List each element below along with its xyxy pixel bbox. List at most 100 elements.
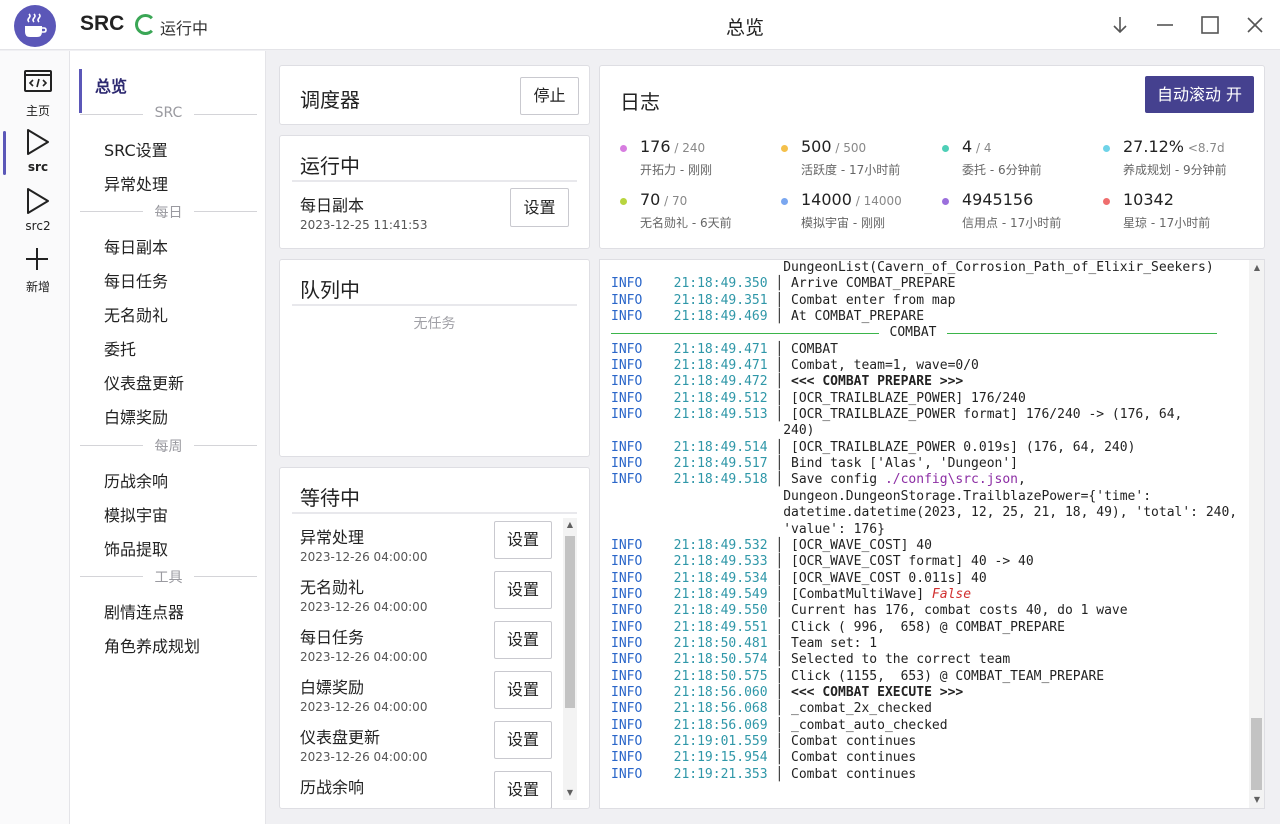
log-path: ./config\src.json — [884, 472, 1019, 488]
stat-value: 500 / 500 — [801, 137, 866, 156]
sidebar-item-story-clicker[interactable]: 剧情连点器 — [104, 599, 184, 623]
log-level: INFO — [611, 439, 643, 455]
divider — [292, 180, 577, 182]
sidebar-item-simulated-universe[interactable]: 模拟宇宙 — [104, 502, 168, 526]
stat-label: 委托 - 6分钟前 — [962, 163, 1042, 177]
log-timestamp: 21:18:49.550 — [673, 603, 768, 619]
log-level: INFO — [611, 635, 643, 651]
log-message: [CombatMultiWave] — [791, 586, 932, 602]
log-suffix: , — [1018, 472, 1026, 488]
scroll-up-icon[interactable]: ▲ — [565, 520, 575, 530]
waiting-task-settings-button[interactable]: 设置 — [494, 671, 552, 709]
sidebar-item-echo-of-war[interactable]: 历战余响 — [104, 468, 168, 492]
sidebar-item-src-settings[interactable]: SRC设置 — [104, 137, 168, 161]
nav-item-add[interactable]: 新增 — [0, 241, 70, 297]
log-message: Click ( 996, 658) @ COMBAT_PREPARE — [791, 619, 1065, 635]
sidebar-item-daily-quest[interactable]: 每日任务 — [104, 268, 168, 292]
log-message: _combat_2x_checked — [791, 701, 932, 717]
log-line: 240) — [611, 423, 1247, 439]
sidebar-item-relic-extraction[interactable]: 饰品提取 — [104, 536, 168, 560]
nav-rail: 主页 src src2 新增 — [0, 51, 70, 824]
stat-number: 10342 — [1123, 190, 1174, 209]
log-timestamp: 21:18:49.512 — [673, 390, 768, 406]
stat-dot — [1103, 198, 1110, 205]
waiting-task-name: 每日任务 — [300, 628, 365, 647]
log-line: INFO 21:18:56.060 │ <<< COMBAT EXECUTE >… — [611, 684, 964, 700]
log-timestamp: 21:18:49.518 — [673, 472, 768, 488]
download-button[interactable] — [1105, 10, 1135, 40]
stop-button[interactable]: 停止 — [520, 77, 579, 115]
nav-label-src: src — [27, 160, 49, 174]
log-message: 240) — [783, 423, 815, 439]
sidebar-item-character-planner[interactable]: 角色养成规划 — [104, 633, 200, 657]
log-line: INFO 21:19:01.559 │ Combat continues — [611, 733, 917, 749]
sidebar-item-assignment[interactable]: 委托 — [104, 336, 136, 360]
minimize-button[interactable] — [1150, 10, 1180, 40]
nav-item-src2[interactable]: src2 — [0, 182, 70, 238]
close-button[interactable] — [1240, 10, 1270, 40]
log-timestamp: 21:18:49.351 — [673, 292, 768, 308]
running-task-settings-button[interactable]: 设置 — [510, 188, 569, 227]
play-icon — [27, 188, 49, 214]
stat-item: 14000 / 14000 模拟宇宙 - 刚刚 — [781, 190, 941, 234]
log-message: Bind task ['Alas', 'Dungeon'] — [791, 456, 1019, 472]
log-level: INFO — [611, 554, 643, 570]
sidebar-item-overview[interactable]: 总览 — [95, 73, 127, 97]
waiting-task-settings-button[interactable]: 设置 — [494, 521, 552, 559]
log-line: INFO 21:18:49.514 │ [OCR_TRAILBLAZE_POWE… — [611, 439, 1136, 455]
sidebar-item-freebies[interactable]: 白嫖奖励 — [104, 404, 168, 428]
log-title: 日志 — [620, 90, 660, 114]
log-scroll-thumb[interactable] — [1251, 718, 1262, 790]
scroll-down-icon[interactable]: ▼ — [565, 788, 575, 798]
arrow-down-icon — [1113, 17, 1127, 34]
log-line: INFO 21:18:49.551 │ Click ( 996, 658) @ … — [611, 619, 1065, 635]
scroll-thumb[interactable] — [565, 536, 575, 708]
sidebar-item-dashboard-update[interactable]: 仪表盘更新 — [104, 370, 184, 394]
scroll-up-icon[interactable]: ▲ — [1252, 263, 1262, 273]
stat-value: 70 / 70 — [640, 190, 687, 209]
maximize-button[interactable] — [1195, 10, 1225, 40]
log-message: Team set: 1 — [791, 635, 878, 651]
log-line: INFO 21:18:49.533 │ [OCR_WAVE_COST forma… — [611, 554, 1034, 570]
close-icon — [1247, 17, 1263, 33]
app-logo — [14, 5, 56, 47]
waiting-task-settings-button[interactable]: 设置 — [494, 571, 552, 609]
waiting-task-time: 2023-12-26 04:00:00 — [300, 700, 428, 714]
log-timestamp: 21:18:56.060 — [673, 684, 768, 700]
log-level: INFO — [611, 407, 643, 423]
log-level: INFO — [611, 341, 643, 357]
stat-max: / 500 — [831, 141, 867, 155]
sidebar-item-nameless-honor[interactable]: 无名勋礼 — [104, 302, 168, 326]
log-message: <<< COMBAT PREPARE >>> — [791, 374, 964, 390]
scheduler-card: 调度器 停止 — [279, 65, 590, 125]
log-level: INFO — [611, 603, 643, 619]
nav-item-src[interactable]: src — [0, 123, 70, 179]
waiting-task-settings-button[interactable]: 设置 — [494, 721, 552, 759]
log-line: 'value': 176} — [611, 522, 1247, 538]
log-line: INFO 21:18:49.532 │ [OCR_WAVE_COST] 40 — [611, 537, 932, 553]
stat-item: 176 / 240 开拓力 - 刚刚 — [620, 137, 780, 181]
log-level: INFO — [611, 733, 643, 749]
sidebar-item-error-handling[interactable]: 异常处理 — [104, 171, 168, 195]
log-message: Selected to the correct team — [791, 652, 1011, 668]
nav-item-home[interactable]: 主页 — [0, 65, 70, 121]
autoscroll-toggle-button[interactable]: 自动滚动 开 — [1145, 76, 1254, 113]
log-message: Combat enter from map — [791, 292, 956, 308]
log-message: COMBAT — [791, 341, 838, 357]
log-timestamp: 21:18:56.069 — [673, 717, 768, 733]
log-output[interactable]: DungeonList(Cavern_of_Corrosion_Path_of_… — [599, 259, 1265, 809]
sidebar-group-src: SRC — [80, 104, 257, 124]
waiting-task-settings-button[interactable]: 设置 — [494, 771, 552, 808]
log-timestamp: 21:18:49.532 — [673, 537, 768, 553]
waiting-scrollbar[interactable]: ▲ ▼ — [563, 518, 577, 800]
coffee-cup-icon — [25, 13, 47, 37]
log-scrollbar[interactable]: ▲ ▼ — [1249, 260, 1264, 808]
waiting-task-settings-button[interactable]: 设置 — [494, 621, 552, 659]
scroll-down-icon[interactable]: ▼ — [1252, 795, 1262, 805]
stat-item: 70 / 70 无名勋礼 - 6天前 — [620, 190, 780, 234]
waiting-task-name: 异常处理 — [300, 528, 365, 547]
sidebar-item-daily-dungeon[interactable]: 每日副本 — [104, 234, 168, 258]
log-line: INFO 21:18:49.471 │ COMBAT — [611, 341, 838, 357]
divider — [292, 512, 577, 514]
log-level: INFO — [611, 472, 643, 488]
